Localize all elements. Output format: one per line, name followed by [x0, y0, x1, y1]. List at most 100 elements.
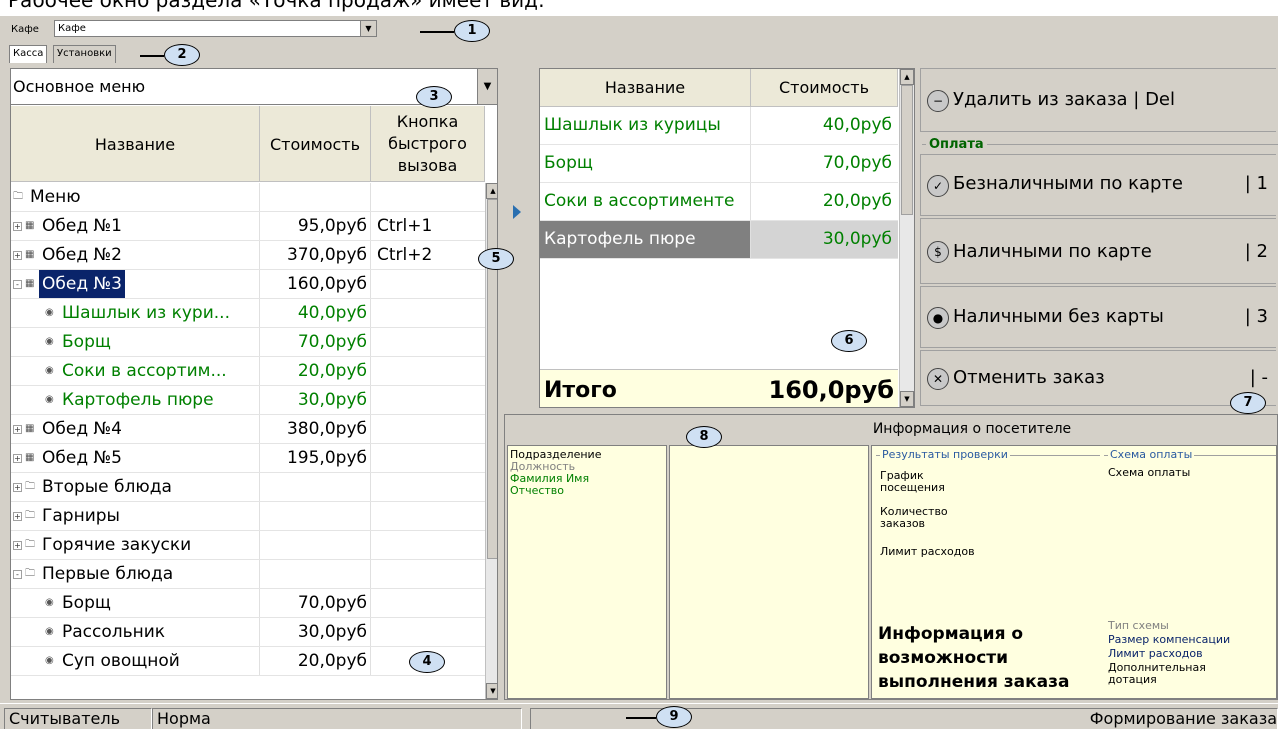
order-row-price: 30,0руб — [751, 221, 898, 258]
order-row[interactable]: Картофель пюре 30,0руб — [540, 221, 898, 259]
tree-row[interactable]: + ▦ Обед №5 195,0руб — [11, 444, 485, 473]
tree-row[interactable]: + ▦ Обед №1 95,0руб Ctrl+1 — [11, 212, 485, 241]
cashless-label: Безналичными по карте — [953, 173, 1184, 194]
tree-row-name: Обед №5 — [42, 448, 122, 468]
expand-icon[interactable]: + — [13, 454, 22, 463]
collapse-icon[interactable]: - — [13, 570, 22, 579]
cafe-select[interactable]: Кафе ▼ — [54, 20, 377, 37]
order-scrollbar[interactable]: ▲ ▼ — [899, 69, 914, 407]
expand-icon[interactable]: + — [13, 425, 22, 434]
tree-row-price — [260, 473, 371, 501]
tree-row[interactable]: ◉ Картофель пюре 30,0руб — [11, 386, 485, 415]
tree-row[interactable]: - ▦ Обед №3 160,0руб — [11, 270, 485, 299]
col-header-hotkey[interactable]: Кнопка быстрого вызова — [371, 106, 485, 182]
tree-row[interactable]: ◉ Борщ 70,0руб — [11, 589, 485, 618]
check-spend-limit: Лимит расходов — [880, 545, 975, 558]
menu-table-header: Название Стоимость Кнопка быстрого вызов… — [11, 106, 485, 182]
cash-icon: ● — [927, 307, 949, 329]
delete-from-order-button[interactable]: − Удалить из заказа | Del — [920, 68, 1276, 132]
callout-5: 5 — [478, 248, 514, 270]
order-row-name: Шашлык из курицы — [540, 107, 751, 144]
tree-row-name: Суп овощной — [62, 651, 180, 671]
order-row[interactable]: Шашлык из курицы 40,0руб — [540, 107, 898, 145]
chevron-down-icon[interactable]: ▼ — [360, 21, 376, 36]
tree-row[interactable]: + ▦ Обед №2 370,0руб Ctrl+2 — [11, 241, 485, 270]
payment-group-label: Оплата — [926, 137, 987, 152]
tree-row-name: Меню — [30, 187, 81, 207]
tree-row-name-cell: ◉ Борщ — [11, 328, 260, 356]
scroll-down-icon[interactable]: ▼ — [486, 683, 497, 699]
order-row[interactable]: Борщ 70,0руб — [540, 145, 898, 183]
cancel-order-button[interactable]: ✕ Отменить заказ | - — [920, 350, 1276, 406]
callout-2: 2 — [164, 44, 200, 66]
scroll-thumb[interactable] — [901, 85, 913, 215]
tree-row[interactable]: + ▦ Обед №4 380,0руб — [11, 415, 485, 444]
order-row-price: 40,0руб — [822, 115, 892, 135]
tree-row-name: Вторые блюда — [42, 477, 172, 497]
tree-row[interactable]: + 🗀 Горячие закуски — [11, 531, 485, 560]
tree-row-name: Горячие закуски — [42, 535, 192, 555]
visitor-photo-panel — [669, 445, 869, 699]
tree-row[interactable]: ◉ Рассольник 30,0руб — [11, 618, 485, 647]
scheme-value: Схема оплаты — [1108, 466, 1191, 479]
expand-icon[interactable]: + — [13, 541, 22, 550]
tree-row-name-cell: + 🗀 Вторые блюда — [11, 473, 260, 501]
callout-3: 3 — [416, 86, 452, 108]
add-to-order-arrow-icon[interactable] — [513, 205, 521, 219]
order-col-price[interactable]: Стоимость — [751, 69, 898, 107]
scroll-down-icon[interactable]: ▼ — [900, 391, 914, 407]
pay-cash-card-button[interactable]: $ Наличными по карте | 2 — [920, 218, 1276, 284]
cafe-label: Кафе — [11, 24, 39, 35]
cancel-circle-icon: ✕ — [927, 368, 949, 390]
tree-row[interactable]: ◉ Борщ 70,0руб — [11, 328, 485, 357]
callout-1-pointer — [420, 31, 454, 33]
tree-row[interactable]: + 🗀 Вторые блюда — [11, 473, 485, 502]
tree-row[interactable]: 🗀 Меню — [11, 183, 485, 212]
scroll-up-icon[interactable]: ▲ — [486, 183, 497, 199]
tree-row[interactable]: ◉ Соки в ассортим... 20,0руб — [11, 357, 485, 386]
sales-point-window: Рабочее окно раздела «Точка продаж» имее… — [0, 0, 1278, 729]
order-row[interactable]: Соки в ассортименте 20,0руб — [540, 183, 898, 221]
callout-9: 9 — [656, 706, 692, 728]
check-group-label: Результаты проверки — [880, 448, 1010, 461]
tree-row[interactable]: + 🗀 Гарниры — [11, 502, 485, 531]
tab-settings[interactable]: Установки — [53, 45, 116, 63]
tree-row-name: Картофель пюре — [62, 390, 214, 410]
pay-cashless-card-button[interactable]: ✓ Безналичными по карте | 1 — [920, 154, 1276, 216]
panel-splitter[interactable] — [504, 68, 539, 408]
expand-icon[interactable]: + — [13, 251, 22, 260]
tree-row[interactable]: - 🗀 Первые блюда — [11, 560, 485, 589]
chevron-down-icon[interactable]: ▼ — [477, 69, 497, 104]
scroll-up-icon[interactable]: ▲ — [900, 69, 914, 85]
tree-row[interactable]: ◉ Шашлык из кури... 40,0руб — [11, 299, 485, 328]
tree-row-name-cell: + ▦ Обед №2 — [11, 241, 260, 269]
folder-icon: 🗀 — [25, 481, 35, 492]
expand-icon[interactable]: + — [13, 483, 22, 492]
order-row-name: Борщ — [540, 145, 751, 182]
expand-icon[interactable]: + — [13, 222, 22, 231]
cash-card-key: | 2 — [1244, 241, 1268, 262]
scheme-group-label: Схема оплаты — [1108, 448, 1195, 461]
tree-row-hotkey — [371, 357, 485, 385]
tree-row-name-cell: + ▦ Обед №4 — [11, 415, 260, 443]
order-table-header: Название Стоимость — [540, 69, 898, 107]
tree-row-name-cell: + ▦ Обед №5 — [11, 444, 260, 472]
collapse-icon[interactable]: - — [13, 280, 22, 289]
col-header-price[interactable]: Стоимость — [260, 106, 371, 182]
expand-icon[interactable]: + — [13, 512, 22, 521]
actions-panel: − Удалить из заказа | Del ✓ Безналичными… — [920, 68, 1278, 408]
visitor-results-panel: Результаты проверки График посещения Кол… — [871, 445, 1277, 699]
callout-8: 8 — [686, 426, 722, 448]
cash-card-label: Наличными по карте — [953, 241, 1152, 262]
pay-cash-nocard-button[interactable]: ● Наличными без карты | 3 — [920, 286, 1276, 348]
order-col-name[interactable]: Название — [540, 69, 751, 107]
tree-row-hotkey — [371, 299, 485, 327]
tree-row-name-cell: ◉ Рассольник — [11, 618, 260, 646]
cancel-label: Отменить заказ — [953, 367, 1105, 388]
tab-kassa[interactable]: Касса — [9, 45, 48, 63]
check-schedule: График посещения — [880, 469, 945, 494]
tree-row-hotkey — [371, 183, 485, 211]
col-header-name[interactable]: Название — [11, 106, 260, 182]
tree-row-price: 160,0руб — [260, 270, 371, 298]
tree-row-hotkey — [371, 444, 485, 472]
